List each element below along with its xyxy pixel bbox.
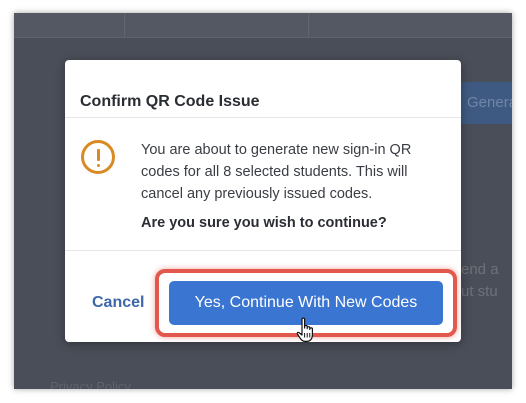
background-generate-button: Genera xyxy=(459,82,512,124)
confirm-dialog: Confirm QR Code Issue You are about to g… xyxy=(65,60,461,342)
hand-pointer-icon xyxy=(296,317,313,342)
exclamation-circle-icon xyxy=(81,140,115,174)
dialog-footer: Cancel Yes, Continue With New Codes xyxy=(65,250,461,342)
background-footer-text: Privacy Policy xyxy=(50,379,131,389)
dialog-body: You are about to generate new sign-in QR… xyxy=(65,118,461,250)
topbar-divider xyxy=(308,13,309,37)
cancel-button[interactable]: Cancel xyxy=(92,294,144,312)
topbar-divider xyxy=(124,13,125,37)
background-topbar xyxy=(14,13,512,38)
background-text: end a xyxy=(461,261,499,278)
dialog-header: Confirm QR Code Issue xyxy=(65,60,461,118)
background-text: ut stu xyxy=(461,283,498,300)
dialog-message: You are about to generate new sign-in QR… xyxy=(141,142,412,202)
dialog-title: Confirm QR Code Issue xyxy=(80,93,260,110)
dialog-question: Are you sure you wish to continue? xyxy=(141,215,387,231)
